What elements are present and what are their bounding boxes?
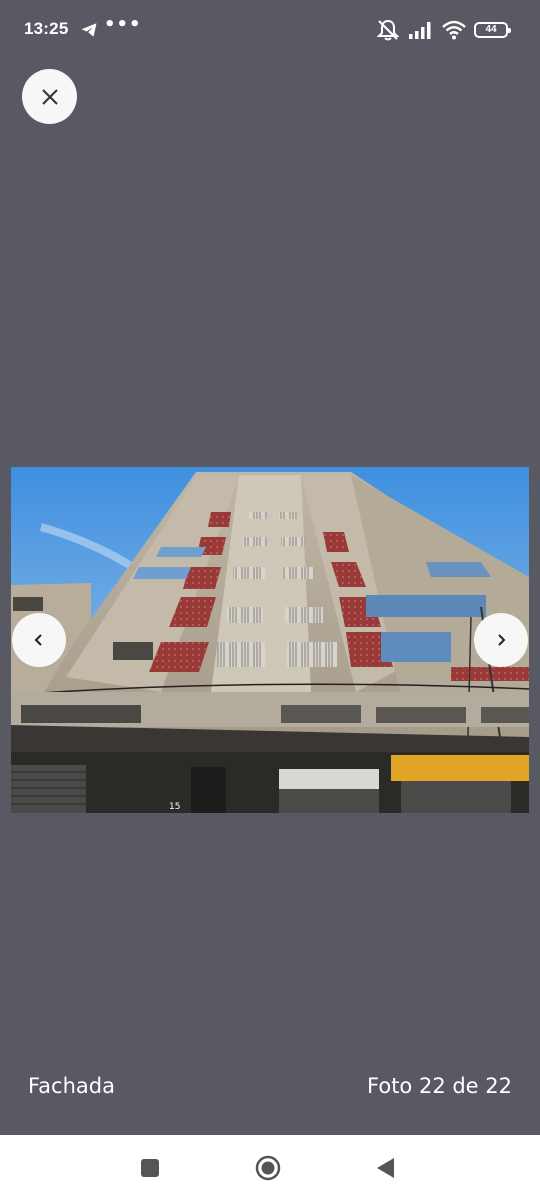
system-navigation-bar <box>0 1135 540 1200</box>
muted-bell-icon <box>376 19 400 41</box>
recents-button[interactable] <box>137 1155 163 1181</box>
recents-square-icon <box>141 1159 159 1177</box>
door-number: 15 <box>169 802 180 812</box>
home-button[interactable] <box>255 1155 281 1181</box>
signal-icon <box>409 22 431 39</box>
previous-photo-button[interactable] <box>12 613 66 667</box>
chevron-left-icon <box>34 634 42 646</box>
chevron-right-icon <box>498 634 506 646</box>
photo-counter: Foto 22 de 22 <box>367 1074 512 1098</box>
telegram-icon <box>81 23 97 37</box>
battery-icon: 44 <box>474 22 511 38</box>
photo-viewer-screen: 13:25 ••• 44 15 Fachada Foto 22 de 22 <box>0 0 540 1200</box>
back-button[interactable] <box>372 1155 398 1181</box>
next-photo-button[interactable] <box>474 613 528 667</box>
wifi-icon <box>442 20 466 40</box>
close-button[interactable] <box>22 69 77 124</box>
close-icon <box>41 88 58 105</box>
status-bar: 13:25 ••• 44 <box>0 0 540 60</box>
status-time: 13:25 <box>24 19 69 38</box>
more-notifications-icon: ••• <box>104 14 142 35</box>
building-facade-photo[interactable]: 15 <box>11 467 529 813</box>
home-circle-icon <box>255 1155 281 1181</box>
status-icons: 44 <box>376 18 511 42</box>
photo-image: 15 <box>11 467 529 813</box>
photo-caption: Fachada <box>28 1074 115 1098</box>
back-triangle-icon <box>377 1158 394 1178</box>
battery-level: 44 <box>485 24 497 35</box>
